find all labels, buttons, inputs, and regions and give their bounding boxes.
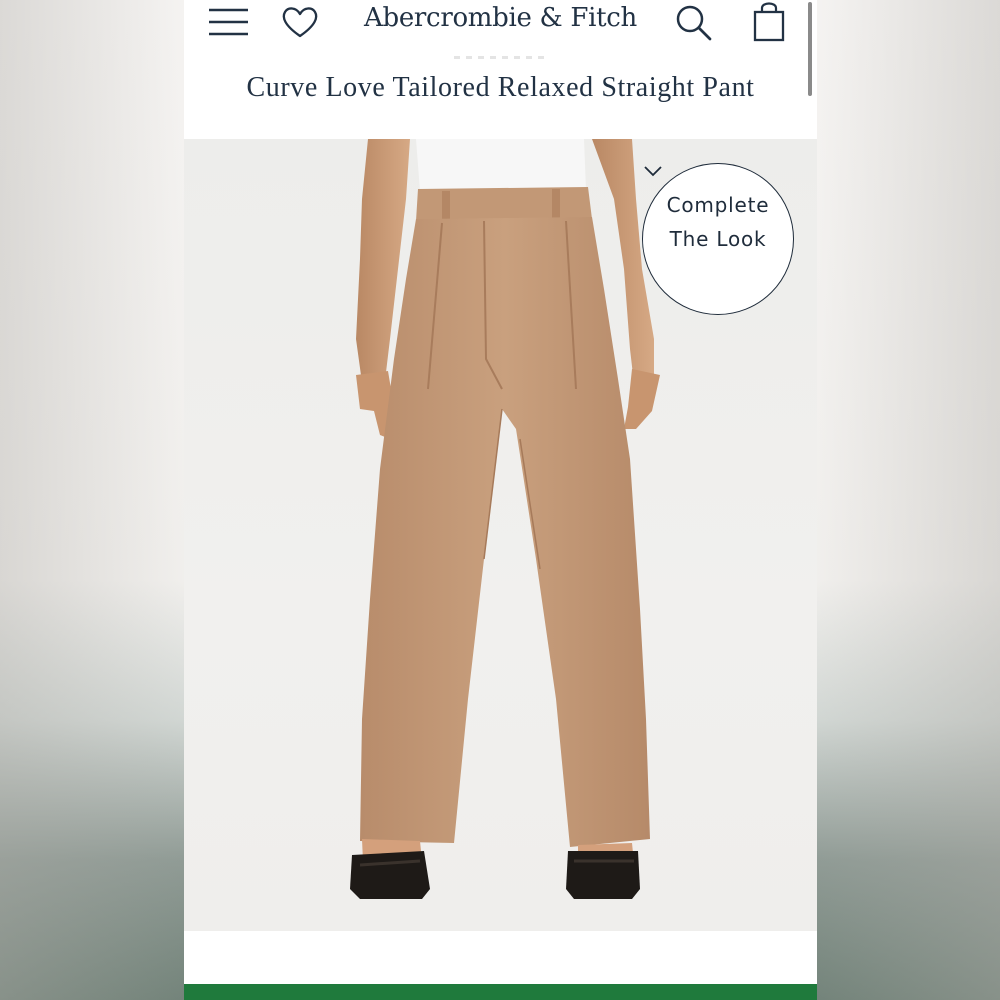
- top-nav-bar: Abercrombie & Fitch: [184, 0, 817, 44]
- product-title: Curve Love Tailored Relaxed Straight Pan…: [246, 72, 755, 103]
- complete-the-look-button[interactable]: Complete The Look: [642, 163, 794, 315]
- bag-icon[interactable]: [750, 0, 788, 44]
- background-right: [817, 0, 1000, 1000]
- search-icon[interactable]: [674, 2, 714, 42]
- complete-look-label-line1: Complete: [666, 193, 770, 217]
- product-image[interactable]: Complete The Look: [184, 139, 817, 931]
- phone-screen: Abercrombie & Fitch Curve Love Tailored …: [184, 0, 817, 1000]
- background-left: [0, 0, 184, 1000]
- bottom-area: [184, 931, 817, 984]
- faded-breadcrumb: [454, 56, 544, 59]
- brand-logo[interactable]: Abercrombie & Fitch: [184, 3, 817, 33]
- chevron-down-icon: [644, 166, 662, 177]
- bottom-green-bar[interactable]: [184, 984, 817, 1000]
- complete-look-label-line2: The Look: [669, 227, 767, 251]
